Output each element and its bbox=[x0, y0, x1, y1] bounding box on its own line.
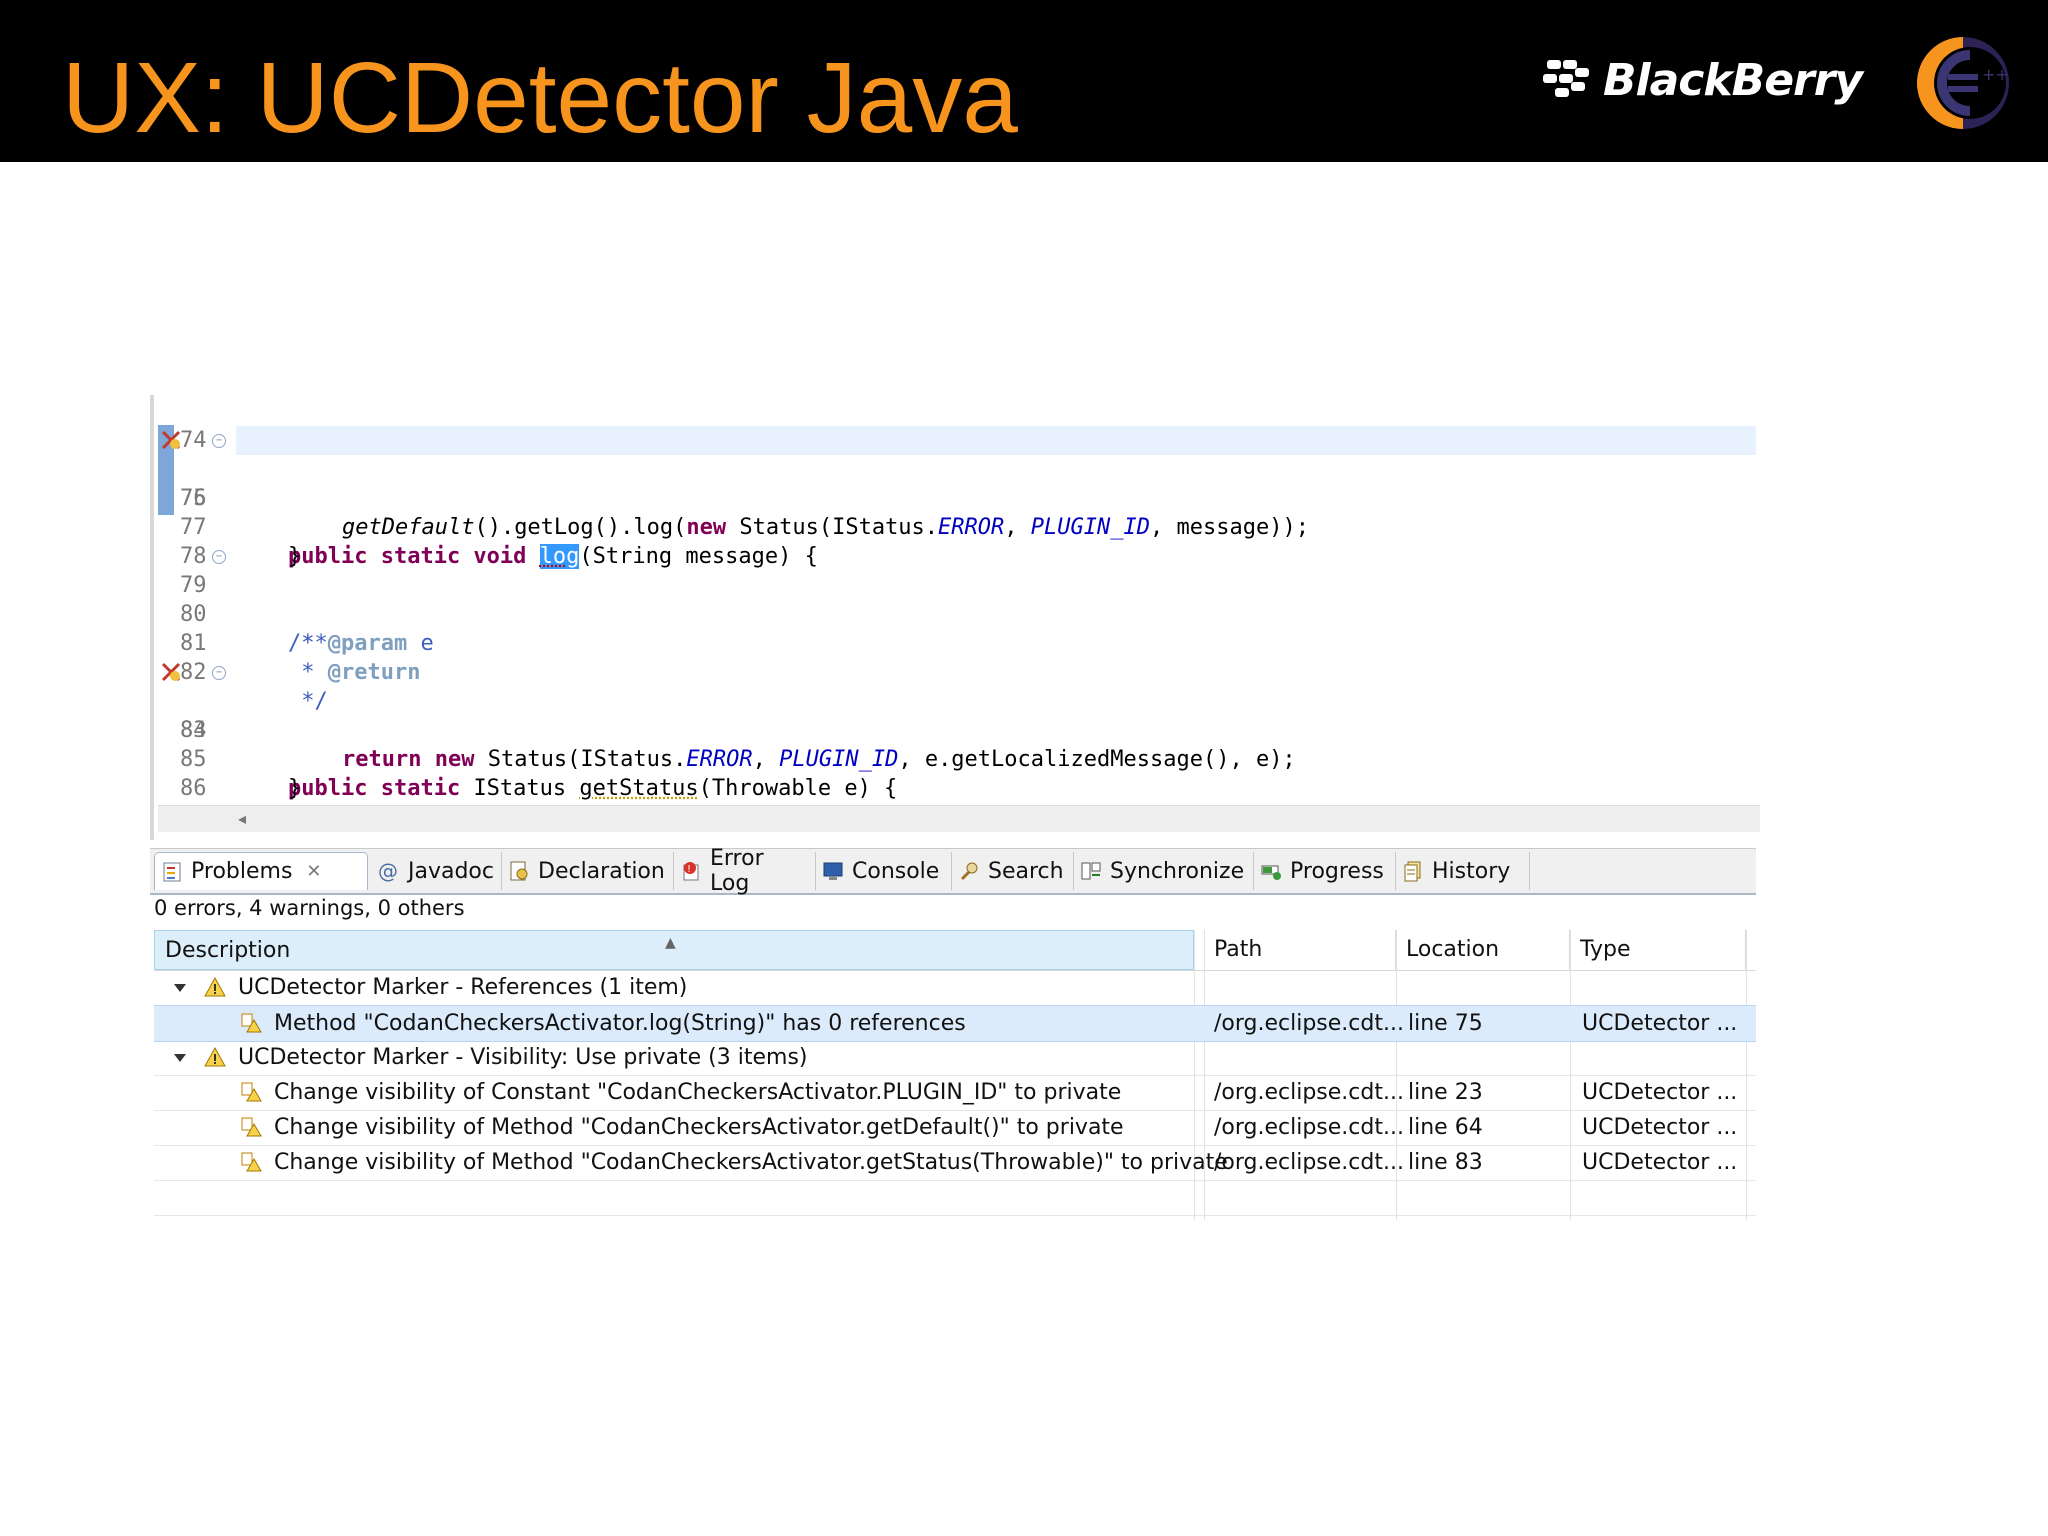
error-log-icon: ! bbox=[683, 862, 699, 881]
error-marker-icon[interactable] bbox=[160, 429, 182, 451]
fold-collapse-icon[interactable]: − bbox=[212, 434, 226, 448]
code-line: 85 } bbox=[180, 747, 302, 801]
tab-synchronize[interactable]: Synchronize bbox=[1074, 852, 1254, 890]
expand-toggle-icon[interactable] bbox=[174, 1054, 186, 1062]
table-row[interactable]: Method "CodanCheckersActivator.log(Strin… bbox=[154, 1005, 1756, 1042]
code-line: 83 − public static IStatus getStatus(Thr… bbox=[154, 658, 1756, 801]
table-group-row[interactable]: UCDetector Marker - References (1 item) bbox=[154, 970, 1756, 1006]
expand-toggle-icon[interactable] bbox=[174, 984, 186, 992]
code-line: 75 − public static void log(String messa… bbox=[154, 426, 1756, 569]
at-icon: @ bbox=[378, 859, 398, 883]
slide-title: UX: UCDetector Java bbox=[62, 42, 1018, 154]
sort-ascending-icon: ▲ bbox=[665, 935, 676, 951]
problems-icon bbox=[163, 862, 181, 881]
progress-icon bbox=[1261, 865, 1281, 880]
problems-summary: 0 errors, 4 warnings, 0 others bbox=[154, 896, 465, 920]
slide-banner: UX: UCDetector Java BlackBerry ++ bbox=[0, 0, 2048, 162]
search-icon bbox=[960, 862, 978, 881]
fold-collapse-icon[interactable]: − bbox=[212, 550, 226, 564]
table-row-empty bbox=[154, 1180, 1756, 1216]
code-line: 74 bbox=[180, 428, 207, 453]
group-label: UCDetector Marker - References (1 item) bbox=[238, 975, 688, 1000]
declaration-icon bbox=[510, 861, 528, 881]
problems-table[interactable]: Description ▲ Path Location Type UCDetec… bbox=[154, 930, 1756, 1220]
blackberry-dots-icon bbox=[1543, 58, 1595, 102]
code-editor[interactable]: 74 75 − public static void log(String me… bbox=[150, 395, 1760, 840]
eclipse-cdt-logo-icon: ++ bbox=[1917, 37, 2009, 129]
column-type[interactable]: Type bbox=[1570, 930, 1746, 970]
warning-icon bbox=[204, 1046, 226, 1067]
code-line: 80 * @param e bbox=[180, 602, 434, 656]
ucdetector-warning-icon bbox=[241, 1152, 262, 1172]
table-row[interactable]: Change visibility of Method "CodanChecke… bbox=[154, 1110, 1756, 1146]
column-location[interactable]: Location bbox=[1396, 930, 1570, 970]
console-icon bbox=[823, 862, 843, 880]
warning-icon bbox=[204, 976, 226, 997]
tab-problems[interactable]: Problems ✕ bbox=[154, 852, 368, 890]
code-line: 87 bbox=[154, 774, 1756, 830]
tab-error-log[interactable]: ! Error Log bbox=[674, 846, 816, 896]
tab-console[interactable]: Console bbox=[816, 852, 952, 890]
column-description[interactable]: Description ▲ bbox=[154, 930, 1194, 970]
ucdetector-warning-icon bbox=[241, 1013, 262, 1033]
synchronize-icon bbox=[1081, 862, 1101, 880]
code-line: 78 bbox=[180, 544, 207, 569]
svg-text:++: ++ bbox=[1982, 65, 2009, 84]
code-line: 84 return new Status(IStatus.ERROR, PLUG… bbox=[180, 718, 1296, 772]
table-row[interactable]: Change visibility of Constant "CodanChec… bbox=[154, 1075, 1756, 1111]
blackberry-logo: BlackBerry bbox=[1543, 52, 1863, 108]
ucdetector-warning-icon bbox=[241, 1117, 262, 1137]
history-icon bbox=[1404, 861, 1421, 882]
table-row[interactable]: Change visibility of Method "CodanChecke… bbox=[154, 1145, 1756, 1181]
scroll-left-icon[interactable]: ◂ bbox=[238, 809, 246, 828]
horizontal-scrollbar[interactable]: ◂ bbox=[158, 805, 1760, 832]
tab-declaration[interactable]: Declaration bbox=[502, 852, 674, 890]
table-header: Description ▲ Path Location Type bbox=[154, 930, 1756, 971]
eclipse-screenshot: 74 75 − public static void log(String me… bbox=[150, 395, 1760, 1225]
ucdetector-warning-icon bbox=[241, 1082, 262, 1102]
group-label: UCDetector Marker - Visibility: Use priv… bbox=[238, 1045, 808, 1070]
view-tab-bar: Problems ✕ @ Javadoc Declaration ! Error… bbox=[150, 846, 1756, 896]
error-marker-icon[interactable] bbox=[160, 661, 182, 683]
code-line: 86 } bbox=[180, 776, 247, 830]
code-line: 76 getDefault().getLog().log(new Status(… bbox=[180, 486, 1309, 540]
close-icon[interactable]: ✕ bbox=[306, 861, 321, 882]
tab-progress[interactable]: Progress bbox=[1254, 852, 1396, 890]
svg-text:!: ! bbox=[687, 864, 691, 875]
code-line: 79 − /** bbox=[180, 550, 328, 656]
tab-search[interactable]: Search bbox=[952, 852, 1074, 890]
tab-javadoc[interactable]: @ Javadoc bbox=[372, 852, 502, 890]
table-group-row[interactable]: UCDetector Marker - Visibility: Use priv… bbox=[154, 1040, 1756, 1076]
column-path[interactable]: Path bbox=[1204, 930, 1396, 970]
tab-history[interactable]: History bbox=[1396, 852, 1530, 890]
fold-collapse-icon[interactable]: − bbox=[212, 666, 226, 680]
blackberry-wordmark: BlackBerry bbox=[1603, 54, 1863, 106]
code-line: 81 * @return bbox=[180, 631, 421, 685]
code-line: 82 */ bbox=[180, 660, 328, 714]
code-line: 77 } bbox=[180, 515, 302, 569]
